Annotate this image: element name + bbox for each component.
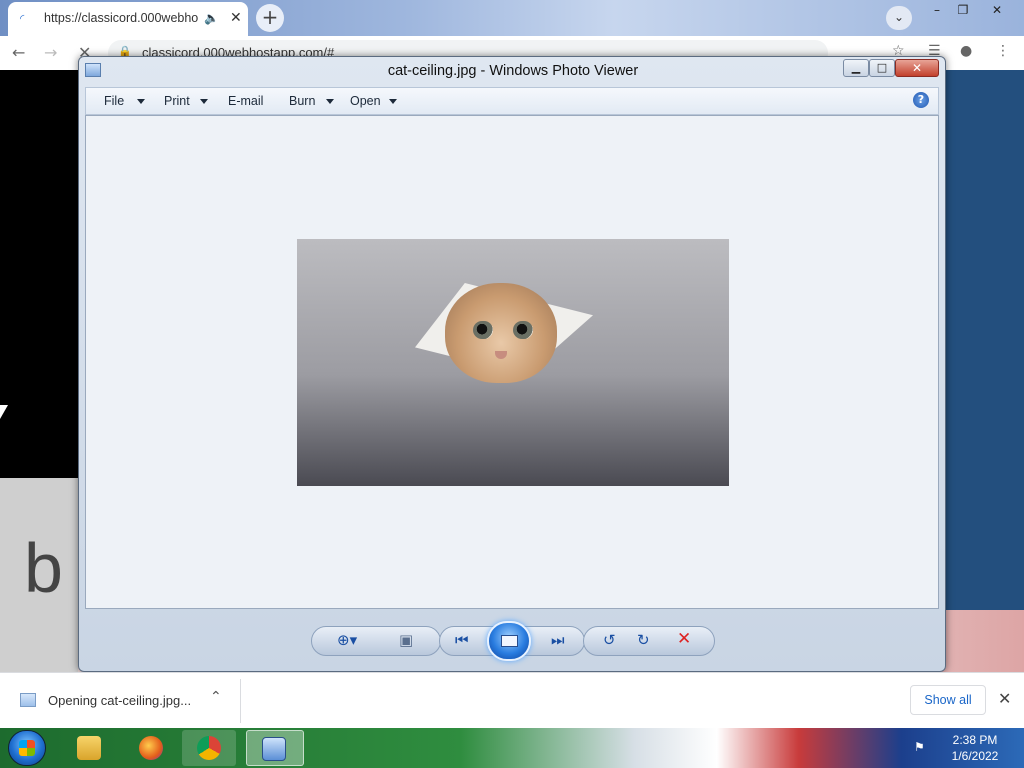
page-gray-panel: b xyxy=(0,478,78,678)
previous-icon[interactable]: ⏮ xyxy=(455,631,469,649)
page-blue-panel xyxy=(940,70,1024,610)
menu-burn[interactable]: Burn xyxy=(289,94,315,108)
zoom-fit-group xyxy=(311,626,441,656)
next-icon[interactable]: ⏭ xyxy=(551,631,565,649)
menu-file[interactable]: File xyxy=(104,94,124,108)
back-arrow-icon[interactable]: ← xyxy=(12,43,25,62)
firefox-icon xyxy=(139,736,163,760)
window-title: cat-ceiling.jpg - Windows Photo Viewer xyxy=(387,63,639,79)
windows-logo-icon xyxy=(19,740,35,756)
folder-icon xyxy=(77,736,101,760)
browser-minimize-button[interactable]: – xyxy=(926,2,948,18)
print-dropdown-caret-icon[interactable] xyxy=(200,99,208,104)
new-tab-button[interactable]: + xyxy=(256,4,284,32)
delete-icon[interactable]: ✕ xyxy=(677,629,691,649)
clock-date: 1/6/2022 xyxy=(951,749,999,763)
taskbar-clock[interactable]: 2:38 PM 1/6/2022 xyxy=(940,732,1010,764)
open-dropdown-caret-icon[interactable] xyxy=(389,99,397,104)
rotate-right-icon[interactable]: ↻ xyxy=(637,631,650,649)
image-canvas xyxy=(85,115,939,609)
zoom-icon[interactable]: ⊕▾ xyxy=(337,631,357,649)
download-shelf-close-icon[interactable]: ✕ xyxy=(998,689,1011,708)
help-icon[interactable]: ? xyxy=(913,92,929,108)
taskbar-photo-viewer[interactable] xyxy=(246,730,304,766)
fit-window-icon[interactable]: ▣ xyxy=(399,631,413,649)
browser-tab-strip: ◜ https://classicord.000webho 🔈 ✕ + ⌄ – … xyxy=(0,0,1024,36)
taskbar-explorer[interactable] xyxy=(62,730,116,766)
photo-viewer-window: cat-ceiling.jpg - Windows Photo Viewer ▁… xyxy=(78,56,946,672)
menu-kebab-icon[interactable]: ⋮ xyxy=(996,43,1010,59)
download-options-caret-icon[interactable]: ⌃ xyxy=(210,689,222,705)
page-blurred-text-glyph: b xyxy=(24,529,63,607)
browser-restore-button[interactable]: ❐ xyxy=(952,2,974,18)
viewer-menubar: File Print E-mail Burn Open ? xyxy=(85,87,939,115)
show-all-button[interactable]: Show all xyxy=(910,685,986,715)
loading-favicon-icon: ◜ xyxy=(20,12,25,25)
cat-left-eye xyxy=(473,321,493,339)
menu-open[interactable]: Open xyxy=(350,94,381,108)
browser-tab[interactable]: ◜ https://classicord.000webho 🔈 ✕ xyxy=(8,2,248,36)
download-shelf: Opening cat-ceiling.jpg... ⌃ Show all ✕ xyxy=(0,672,1024,728)
viewer-close-button[interactable]: ✕ xyxy=(895,59,939,77)
viewer-minimize-button[interactable]: ▁ xyxy=(843,59,869,77)
network-tray-icon[interactable]: ⚑ xyxy=(914,740,925,754)
tab-search-button[interactable]: ⌄ xyxy=(886,6,912,30)
slideshow-button[interactable] xyxy=(487,621,531,661)
download-separator xyxy=(240,679,241,723)
taskbar-chrome[interactable] xyxy=(182,730,236,766)
profile-avatar-icon[interactable]: ● xyxy=(960,43,972,59)
cat-right-eye xyxy=(513,321,533,339)
cat-ceiling-photo xyxy=(297,239,729,486)
slideshow-icon xyxy=(501,635,518,647)
browser-close-button[interactable]: ✕ xyxy=(986,2,1008,18)
menu-print[interactable]: Print xyxy=(164,94,190,108)
image-file-icon xyxy=(20,693,36,707)
viewer-controls: ⊕▾ ▣ ⏮ ⏭ ↺ ↻ ✕ xyxy=(311,621,715,661)
forward-arrow-icon[interactable]: → xyxy=(44,43,57,62)
windows-taskbar: ⚑ 2:38 PM 1/6/2022 xyxy=(0,728,1024,768)
audio-playing-icon[interactable]: 🔈 xyxy=(204,11,219,25)
burn-dropdown-caret-icon[interactable] xyxy=(326,99,334,104)
cat-nose xyxy=(495,351,507,359)
clock-time: 2:38 PM xyxy=(952,733,998,747)
chrome-icon xyxy=(197,736,221,760)
download-item-text[interactable]: Opening cat-ceiling.jpg... xyxy=(48,693,191,708)
start-button[interactable] xyxy=(8,730,46,766)
file-dropdown-caret-icon[interactable] xyxy=(137,99,145,104)
page-dark-panel xyxy=(0,70,78,478)
tab-close-icon[interactable]: ✕ xyxy=(230,10,242,26)
taskbar-firefox[interactable] xyxy=(124,730,178,766)
viewer-maximize-button[interactable]: □ xyxy=(869,59,895,77)
mouse-cursor-icon xyxy=(0,405,8,419)
photo-viewer-icon xyxy=(262,737,286,761)
menu-email[interactable]: E-mail xyxy=(228,94,263,108)
tab-title: https://classicord.000webho xyxy=(44,11,198,25)
rotate-left-icon[interactable]: ↺ xyxy=(603,631,616,649)
cat-face xyxy=(445,283,557,383)
